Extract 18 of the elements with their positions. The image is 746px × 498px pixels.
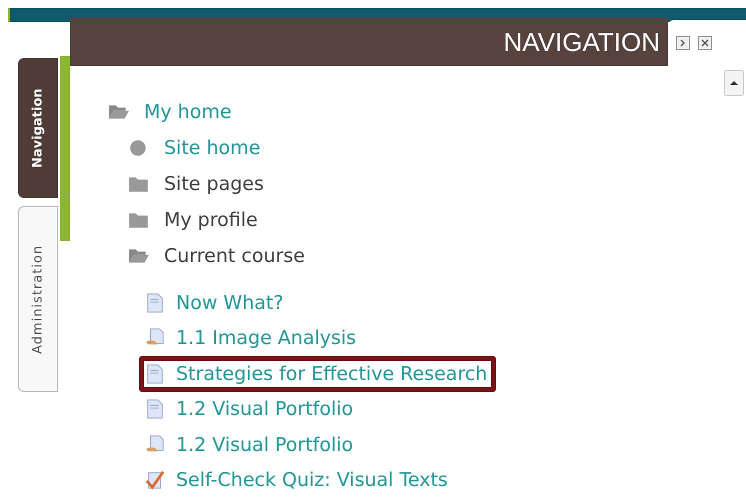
tree-item[interactable]: My home — [144, 101, 232, 123]
tree-item[interactable]: My profile — [164, 209, 258, 231]
close-icon[interactable] — [698, 36, 712, 50]
checkmark-icon — [144, 470, 166, 490]
side-tab[interactable]: Administration — [18, 206, 58, 392]
tree-item[interactable]: Now What? — [176, 292, 284, 314]
tree-item[interactable]: 1.1 Image Analysis — [176, 327, 356, 350]
side-tab[interactable]: Navigation — [18, 58, 58, 198]
dock-icon[interactable] — [676, 36, 690, 50]
tree-item[interactable]: Site home — [164, 137, 260, 159]
tree-item[interactable]: Self-Check Quiz: Visual Texts — [176, 469, 448, 492]
tree-item[interactable]: Site pages — [164, 173, 264, 195]
scroll-up-button[interactable] — [724, 70, 744, 96]
tree-item[interactable]: 1.2 Visual Portfolio — [176, 434, 354, 456]
tree-item[interactable]: Current course — [164, 245, 305, 267]
tree-item[interactable]: Strategies for Effective Research — [176, 362, 488, 385]
tree-item[interactable]: 1.2 Visual Portfolio — [176, 398, 354, 420]
block-title: NAVIGATION — [504, 26, 660, 58]
